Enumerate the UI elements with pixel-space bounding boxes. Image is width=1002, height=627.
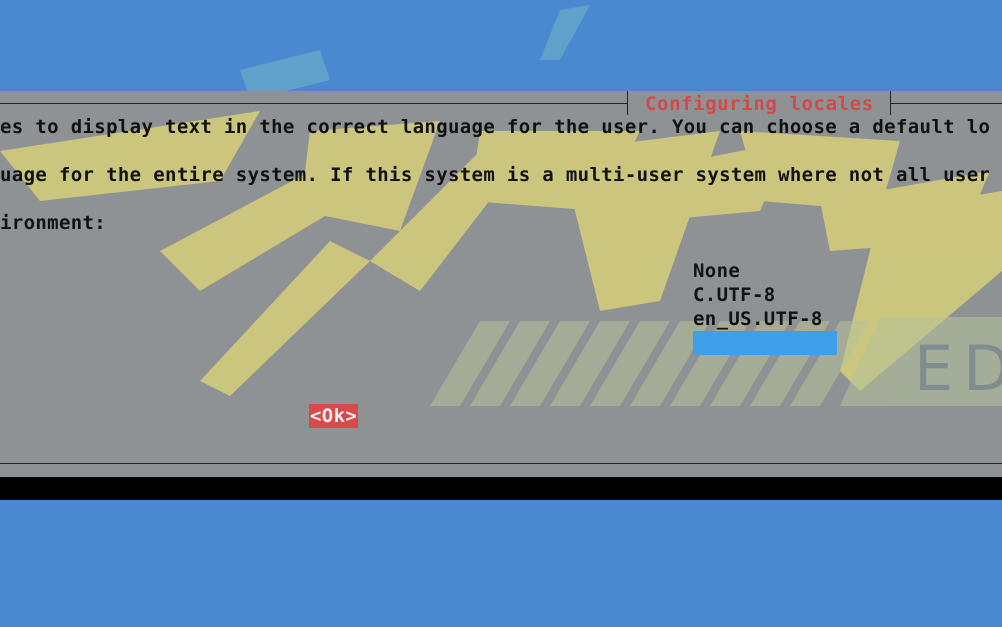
locale-option-en-us-utf8[interactable]: en_US.UTF-8 [693, 307, 837, 331]
dialog-bottom-border [0, 463, 1002, 464]
locale-list[interactable]: None C.UTF-8 en_US.UTF-8 zh_CN.UTF-8 [693, 259, 837, 355]
dialog-top-border-right [891, 103, 1002, 104]
wallpaper-ed-text: ED [914, 332, 1002, 405]
dialog-top-border [0, 103, 627, 104]
locale-option-none[interactable]: None [693, 259, 837, 283]
description-line-2: uage for the entire system. If this syst… [0, 164, 991, 186]
locale-option-c-utf8[interactable]: C.UTF-8 [693, 283, 837, 307]
wallpaper-graffiti [0, 111, 1002, 406]
ok-button[interactable]: <Ok> [309, 404, 359, 428]
description-line-3: ironment: [0, 212, 107, 234]
locale-dialog: ED [0, 91, 1002, 477]
dialog-title: Configuring locales [645, 93, 874, 115]
description-line-1: es to display text in the correct langua… [0, 116, 991, 138]
dialog-shadow [0, 477, 1002, 500]
locale-option-zh-cn-utf8[interactable]: zh_CN.UTF-8 [693, 331, 837, 355]
title-left-bracket [627, 91, 628, 115]
